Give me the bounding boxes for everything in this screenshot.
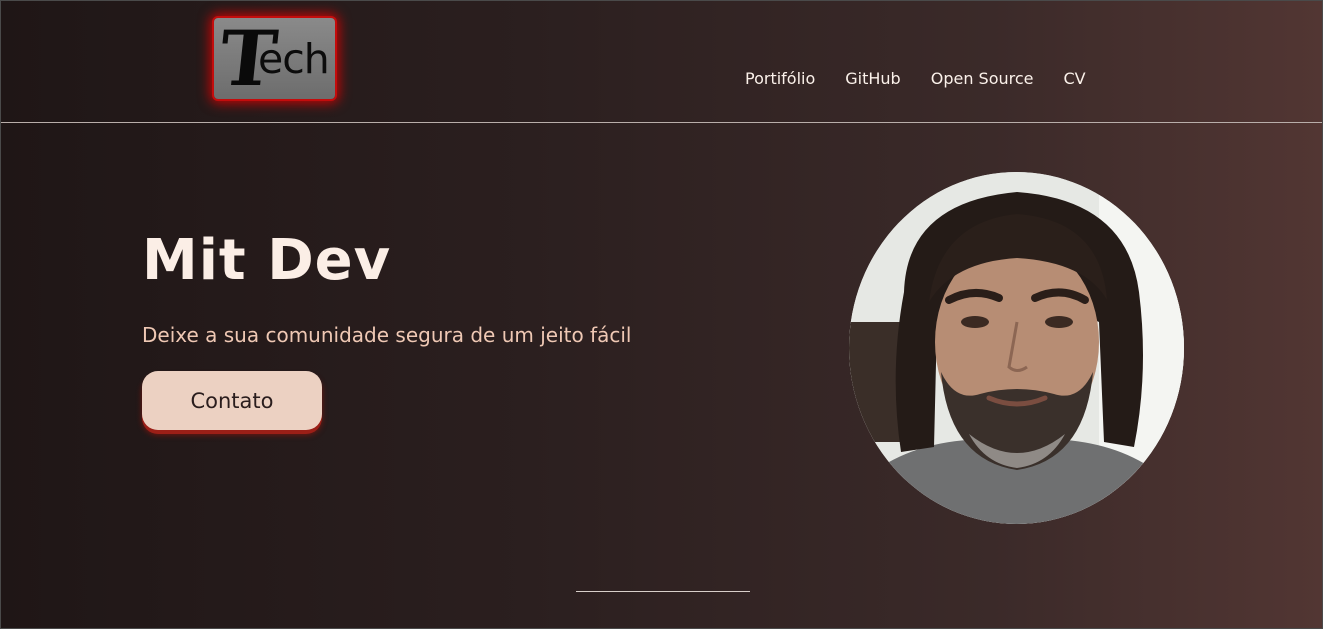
nav-link-github[interactable]: GitHub [845, 67, 900, 91]
nav-link-cv[interactable]: CV [1064, 67, 1086, 91]
hero-title: Mit Dev [142, 228, 392, 293]
scroll-divider [576, 591, 750, 592]
profile-photo-icon [849, 172, 1184, 524]
contact-button[interactable]: Contato [142, 371, 322, 430]
hero-subtitle: Deixe a sua comunidade segura de um jeit… [142, 323, 632, 347]
site-logo[interactable]: T ech [214, 18, 335, 99]
profile-photo [849, 172, 1184, 524]
logo-text: ech [258, 35, 330, 83]
main-nav: Portifólio GitHub Open Source CV [745, 67, 1086, 91]
site-header: T ech Portifólio GitHub Open Source CV [1, 1, 1322, 123]
nav-link-portifolio[interactable]: Portifólio [745, 67, 815, 91]
nav-link-open-source[interactable]: Open Source [931, 67, 1034, 91]
